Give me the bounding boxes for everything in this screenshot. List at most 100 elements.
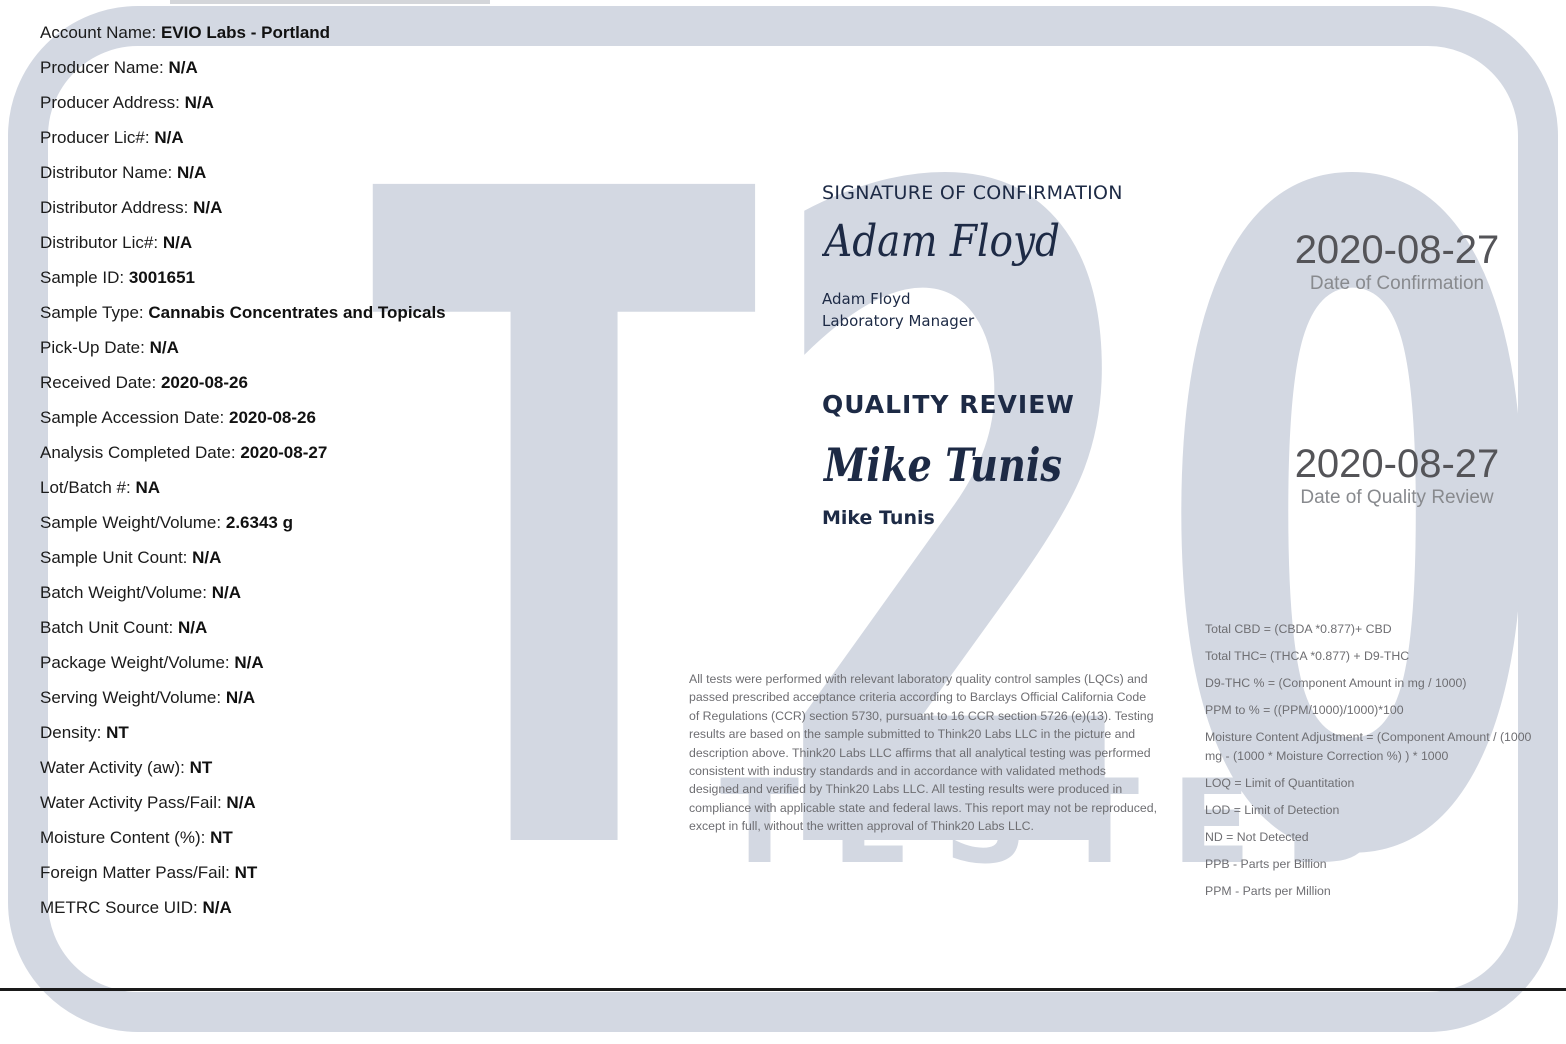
field-row: Serving Weight/Volume: N/A: [40, 685, 660, 720]
field-row: Lot/Batch #: NA: [40, 475, 660, 510]
sample-info-list: Account Name: EVIO Labs - Portland Produc…: [40, 20, 660, 930]
coa-page: T20 TESTED Account Name: EVIO Labs - Por…: [0, 0, 1566, 1044]
field-value: 2020-08-26: [160, 373, 248, 392]
formula-item: D9-THC % = (Component Amount in mg / 100…: [1205, 676, 1467, 690]
field-value: N/A: [149, 338, 179, 357]
field-label: Distributor Lic#:: [40, 233, 159, 252]
field-label: Sample ID:: [40, 268, 125, 287]
field-label: Lot/Batch #:: [40, 478, 131, 497]
field-row: Sample Weight/Volume: 2.6343 g: [40, 510, 660, 545]
formula-item: PPB - Parts per Billion: [1205, 857, 1327, 871]
field-row: Foreign Matter Pass/Fail: NT: [40, 860, 660, 895]
field-row: Sample ID: 3001651: [40, 265, 660, 300]
field-value: NA: [135, 478, 161, 497]
confirmation-date-block: 2020-08-27 Date of Confirmation: [1267, 228, 1527, 296]
quality-review-date-label: Date of Quality Review: [1300, 487, 1494, 508]
formula-item: LOQ = Limit of Quantitation: [1205, 776, 1355, 790]
field-row: Batch Unit Count: N/A: [40, 615, 660, 650]
field-value: Cannabis Concentrates and Topicals: [148, 303, 446, 322]
field-label: Moisture Content (%):: [40, 828, 206, 847]
field-value: N/A: [211, 583, 241, 602]
field-value: N/A: [225, 688, 256, 707]
field-row: Distributor Name: N/A: [40, 160, 660, 195]
field-value: NT: [106, 723, 129, 742]
field-value: N/A: [154, 128, 184, 147]
confirmation-heading: SIGNATURE OF CONFIRMATION: [822, 182, 1123, 204]
quality-review-date: 2020-08-27: [1294, 442, 1500, 486]
formula-item: PPM to % = ((PPM/1000)/1000)*100: [1205, 703, 1404, 717]
formula-item: Total CBD = (CBDA *0.877)+ CBD: [1205, 622, 1392, 636]
field-row: Water Activity Pass/Fail: N/A: [40, 790, 660, 825]
field-value: N/A: [192, 548, 222, 567]
field-row: Producer Lic#: N/A: [40, 125, 660, 160]
field-label: Water Activity Pass/Fail:: [40, 793, 222, 812]
field-row: Pick-Up Date: N/A: [40, 335, 660, 370]
field-label: Water Activity (aw):: [40, 758, 185, 777]
field-value: 3001651: [128, 268, 196, 287]
field-label: Pick-Up Date:: [40, 338, 145, 357]
field-row: Package Weight/Volume: N/A: [40, 650, 660, 685]
confirmation-block: SIGNATURE OF CONFIRMATION Adam Floyd Ada…: [822, 182, 1122, 332]
field-label: Account Name:: [40, 23, 157, 42]
disclaimer-text: All tests were performed with relevant l…: [689, 672, 1157, 834]
field-label: Batch Unit Count:: [40, 618, 174, 637]
field-label: Producer Name:: [40, 58, 164, 77]
field-value: N/A: [168, 58, 198, 77]
field-row: Water Activity (aw): NT: [40, 755, 660, 790]
field-label: Distributor Name:: [40, 163, 173, 182]
field-value: 2020-08-26: [229, 408, 316, 427]
quality-review-block: QUALITY REVIEW Mike Tunis Mike Tunis: [822, 390, 1122, 529]
field-row: Distributor Lic#: N/A: [40, 230, 660, 265]
field-row: Producer Name: N/A: [40, 55, 660, 90]
field-value: NT: [189, 758, 213, 777]
field-value: N/A: [226, 793, 256, 812]
confirmation-date-label: Date of Confirmation: [1309, 273, 1485, 294]
field-row: Density: NT: [40, 720, 660, 755]
formula-item: PPM - Parts per Million: [1205, 884, 1331, 898]
mike-tunis-signature: Mike Tunis: [822, 438, 1062, 492]
field-value: N/A: [202, 898, 232, 917]
field-row: METRC Source UID: N/A: [40, 895, 660, 930]
field-value: NT: [234, 863, 258, 882]
field-row: Sample Accession Date: 2020-08-26: [40, 405, 660, 440]
field-row: Distributor Address: N/A: [40, 195, 660, 230]
field-label: Package Weight/Volume:: [40, 653, 230, 672]
field-label: Foreign Matter Pass/Fail:: [40, 863, 230, 882]
field-row: Producer Address: N/A: [40, 90, 660, 125]
field-row: Batch Weight/Volume: N/A: [40, 580, 660, 615]
confirmation-signature-text: Adam Floyd: [822, 216, 1060, 267]
field-label: Distributor Address:: [40, 198, 189, 217]
confirmation-date: 2020-08-27: [1294, 228, 1500, 272]
formula-item: ND = Not Detected: [1205, 830, 1309, 844]
formula-item: LOD = Limit of Detection: [1205, 803, 1340, 817]
field-value: NT: [210, 828, 233, 847]
field-value: N/A: [234, 653, 264, 672]
quality-review-name: Mike Tunis: [822, 507, 935, 529]
field-value: N/A: [193, 198, 223, 217]
quality-review-heading: QUALITY REVIEW: [822, 390, 1075, 419]
confirmation-name: Adam Floyd: [822, 290, 911, 308]
formula-notes: Total CBD = (CBDA *0.877)+ CBD Total THC=…: [1205, 620, 1535, 909]
field-value: N/A: [177, 163, 207, 182]
field-label: Sample Type:: [40, 303, 144, 322]
field-row: Analysis Completed Date: 2020-08-27: [40, 440, 660, 475]
field-row: Account Name: EVIO Labs - Portland: [40, 20, 660, 55]
adam-floyd-signature: Adam Floyd: [822, 216, 1060, 267]
formula-item: Total THC= (THCA *0.877) + D9-THC: [1205, 649, 1410, 663]
field-value: N/A: [184, 93, 214, 112]
field-row: Sample Unit Count: N/A: [40, 545, 660, 580]
field-row: Moisture Content (%): NT: [40, 825, 660, 860]
field-label: Sample Unit Count:: [40, 548, 188, 567]
field-label: Serving Weight/Volume:: [40, 688, 222, 707]
field-value: N/A: [162, 233, 193, 252]
field-label: Sample Accession Date:: [40, 408, 225, 427]
field-value: EVIO Labs - Portland: [160, 23, 331, 42]
quality-review-date-block: 2020-08-27 Date of Quality Review: [1267, 442, 1527, 510]
field-label: Batch Weight/Volume:: [40, 583, 207, 602]
formula-item: Moisture Content Adjustment = (Component…: [1205, 730, 1532, 763]
field-row: Sample Type: Cannabis Concentrates and T…: [40, 300, 660, 335]
field-label: Producer Lic#:: [40, 128, 150, 147]
bottom-rule: [0, 988, 1566, 991]
field-label: METRC Source UID:: [40, 898, 198, 917]
field-row: Received Date: 2020-08-26: [40, 370, 660, 405]
